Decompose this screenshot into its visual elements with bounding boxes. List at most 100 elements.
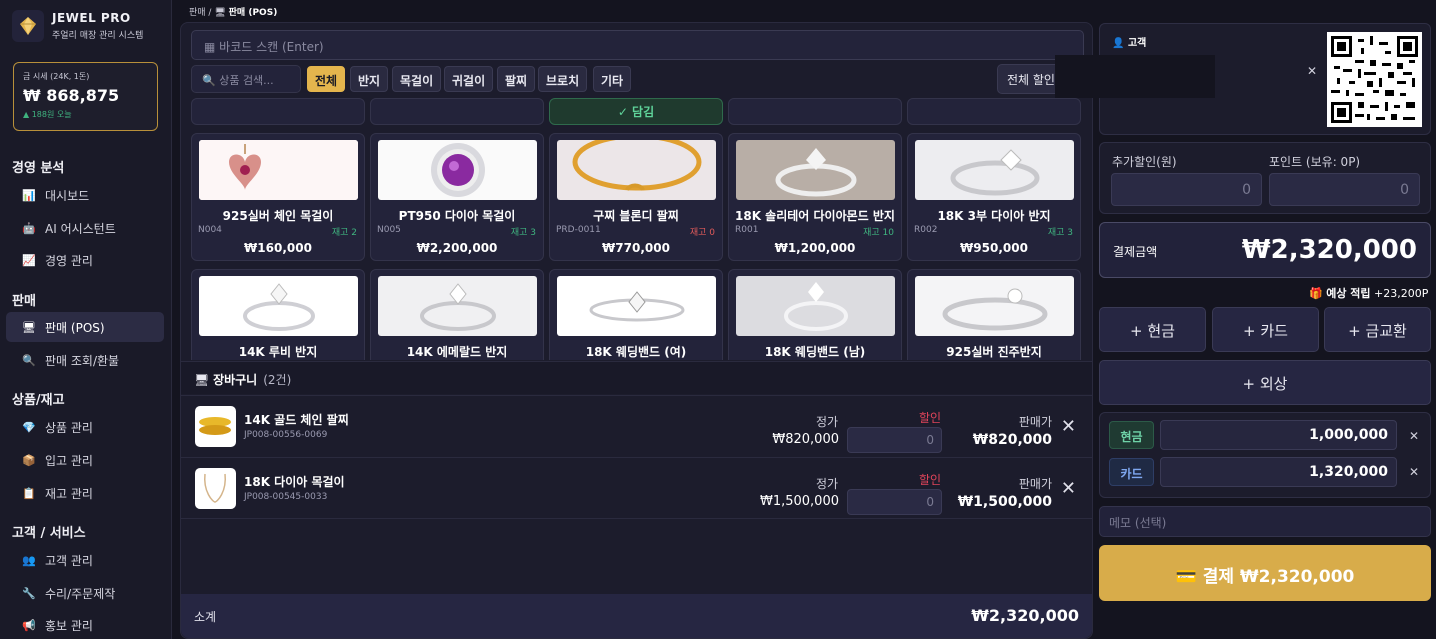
category-bracelet[interactable]: 팔찌 bbox=[497, 66, 536, 92]
product-card[interactable]: 925실버 체인 목걸이 N004 재고 2 ₩160,000 bbox=[191, 133, 365, 261]
cart-item-thumbnail bbox=[195, 468, 236, 509]
split-amount-card[interactable]: 1,320,000 bbox=[1160, 457, 1397, 487]
remove-split-icon[interactable]: ✕ bbox=[1409, 429, 1419, 443]
sidebar-item-marketing[interactable]: 📢 홍보 관리 bbox=[6, 610, 164, 639]
product-card[interactable] bbox=[370, 98, 544, 125]
barcode-placeholder: 바코드 스캔 (Enter) bbox=[219, 40, 324, 54]
list-price: ₩820,000 bbox=[772, 432, 839, 447]
discount-label: 할인 bbox=[919, 411, 942, 425]
subtotal-bar: 소계 ₩2,320,000 bbox=[181, 594, 1092, 638]
add-credit-button[interactable]: + 외상 bbox=[1099, 360, 1431, 405]
product-image bbox=[557, 140, 716, 200]
user-icon: 👤 bbox=[1112, 38, 1125, 49]
cart-item-code: JP008-00545-0033 bbox=[244, 492, 328, 502]
product-image bbox=[736, 140, 895, 200]
product-card[interactable]: 구찌 블론디 팔찌 PRD-0011 재고 0 ₩770,000 bbox=[549, 133, 723, 261]
product-card[interactable] bbox=[191, 98, 365, 125]
clipboard-icon: 📋 bbox=[22, 486, 36, 500]
close-icon[interactable]: ✕ bbox=[1307, 64, 1317, 78]
category-necklace[interactable]: 목걸이 bbox=[392, 66, 442, 92]
add-card-button[interactable]: + 카드 bbox=[1212, 307, 1319, 352]
product-image bbox=[199, 276, 358, 336]
diamond-icon: 💎 bbox=[22, 420, 36, 434]
product-name: 14K 에메랄드 반지 bbox=[406, 345, 508, 359]
sidebar-item-customers[interactable]: 👥 고객 관리 bbox=[6, 545, 164, 575]
sidebar-item-sales-lookup[interactable]: 🔍 판매 조회/환불 bbox=[6, 345, 164, 375]
category-all[interactable]: 전체 bbox=[307, 66, 346, 92]
add-cash-button[interactable]: + 현금 bbox=[1099, 307, 1206, 352]
product-search-input[interactable]: 🔍 상품 검색... bbox=[191, 65, 301, 93]
sidebar-item-repair[interactable]: 🔧 수리/주문제작 bbox=[6, 578, 164, 608]
barcode-input[interactable]: ▦ 바코드 스캔 (Enter) bbox=[191, 30, 1084, 60]
product-card[interactable]: 925실버 진주반지 bbox=[907, 269, 1081, 360]
product-name: PT950 다이아 목걸이 bbox=[398, 209, 516, 223]
breadcrumb-current: 판매 (POS) bbox=[228, 8, 278, 18]
product-image bbox=[557, 276, 716, 336]
product-card[interactable]: 18K 웨딩밴드 (남) bbox=[728, 269, 902, 360]
payment-amount-box: 결제금액 ₩2,320,000 bbox=[1099, 222, 1431, 278]
product-card[interactable] bbox=[907, 98, 1081, 125]
product-card[interactable]: 18K 웨딩밴드 (여) bbox=[549, 269, 723, 360]
sidebar-item-inventory[interactable]: 📋 재고 관리 bbox=[6, 478, 164, 508]
product-image bbox=[378, 140, 537, 200]
product-card[interactable]: PT950 다이아 목걸이 N005 재고 3 ₩2,200,000 bbox=[370, 133, 544, 261]
product-name: 구찌 블론디 팔찌 bbox=[593, 209, 679, 223]
subtotal-label: 소계 bbox=[194, 610, 217, 624]
category-brooch[interactable]: 브로치 bbox=[538, 66, 588, 92]
trend-chart-icon: 📈 bbox=[22, 253, 36, 267]
product-card[interactable]: 18K 3부 다이아 반지 R002 재고 3 ₩950,000 bbox=[907, 133, 1081, 261]
cart-item: 18K 다이아 목걸이 JP008-00545-0033 정가 ₩1,500,0… bbox=[181, 457, 1092, 519]
remove-item-icon[interactable]: ✕ bbox=[1061, 478, 1076, 499]
discount-input[interactable]: 0 bbox=[847, 489, 942, 515]
gold-price-widget: 금 시세 (24K, 1돈) ₩ 868,875 ▲ 188원 오늘 bbox=[13, 62, 158, 131]
product-card[interactable] bbox=[728, 98, 902, 125]
memo-input[interactable]: 메모 (선택) bbox=[1099, 506, 1431, 537]
extra-discount-input[interactable]: 0 bbox=[1111, 173, 1262, 206]
megaphone-icon: 📢 bbox=[22, 618, 36, 632]
product-name: 925실버 체인 목걸이 bbox=[222, 209, 334, 223]
product-card[interactable]: 14K 루비 반지 bbox=[191, 269, 365, 360]
pos-icon: 🖥 bbox=[22, 320, 36, 334]
added-label: ✓ 담김 bbox=[617, 105, 655, 119]
category-earring[interactable]: 귀걸이 bbox=[444, 66, 494, 92]
extra-discount-label: 추가할인(원) bbox=[1112, 155, 1177, 169]
sidebar-item-products[interactable]: 💎 상품 관리 bbox=[6, 412, 164, 442]
sidebar-item-pos[interactable]: 🖥 판매 (POS) bbox=[6, 312, 164, 342]
discount-input[interactable]: 0 bbox=[847, 427, 942, 453]
cart-title: 장바구니 bbox=[213, 373, 258, 387]
category-ring[interactable]: 반지 bbox=[350, 66, 389, 92]
sidebar-item-receiving[interactable]: 📦 입고 관리 bbox=[6, 445, 164, 475]
sidebar-item-dashboard[interactable]: 📊 대시보드 bbox=[6, 180, 164, 210]
split-method-card: 카드 bbox=[1109, 458, 1154, 486]
list-price-label: 정가 bbox=[816, 415, 839, 429]
list-price: ₩1,500,000 bbox=[759, 494, 839, 509]
product-stock: 재고 3 bbox=[1047, 228, 1073, 238]
split-amount-cash[interactable]: 1,000,000 bbox=[1160, 420, 1397, 450]
sidebar-item-label: 재고 관리 bbox=[45, 486, 93, 501]
payment-amount-value: ₩2,320,000 bbox=[1241, 235, 1417, 265]
expected-points: 🎁 예상 적립 +23,200P bbox=[1309, 285, 1428, 301]
remove-split-icon[interactable]: ✕ bbox=[1409, 465, 1419, 479]
product-image bbox=[199, 140, 358, 200]
product-image bbox=[915, 140, 1074, 200]
cart-item: 14K 골드 체인 팔찌 JP008-00556-0069 정가 ₩820,00… bbox=[181, 395, 1092, 457]
breadcrumb-parent[interactable]: 판매 / bbox=[189, 8, 211, 18]
sidebar-item-label: 홍보 관리 bbox=[45, 618, 93, 633]
product-card[interactable]: 14K 에메랄드 반지 bbox=[370, 269, 544, 360]
sidebar-item-ai-assistant[interactable]: 🤖 AI 어시스턴트 bbox=[6, 213, 164, 243]
add-gold-exchange-button[interactable]: + 금교환 bbox=[1324, 307, 1431, 352]
sidebar-item-business[interactable]: 📈 경영 관리 bbox=[6, 245, 164, 275]
sidebar-item-label: 입고 관리 bbox=[45, 453, 93, 468]
sidebar: JEWEL PRO 주얼리 매장 관리 시스템 금 시세 (24K, 1돈) ₩… bbox=[0, 0, 172, 639]
section-products: 상품/재고 bbox=[12, 393, 65, 408]
pay-button[interactable]: 💳 결제 ₩2,320,000 bbox=[1099, 545, 1431, 601]
remove-item-icon[interactable]: ✕ bbox=[1061, 416, 1076, 437]
category-other[interactable]: 기타 bbox=[593, 66, 632, 92]
search-icon: 🔍 bbox=[22, 353, 36, 367]
cart-icon: 🖥 bbox=[194, 373, 210, 387]
product-card[interactable]: 18K 솔리테어 다이아몬드 반지 R001 재고 10 ₩1,200,000 bbox=[728, 133, 902, 261]
product-card-added[interactable]: ✓ 담김 bbox=[549, 98, 723, 125]
breadcrumb: 판매 / 🖥 판매 (POS) bbox=[189, 5, 277, 18]
points-input[interactable]: 0 bbox=[1269, 173, 1420, 206]
product-name: 18K 웨딩밴드 (남) bbox=[764, 345, 866, 359]
